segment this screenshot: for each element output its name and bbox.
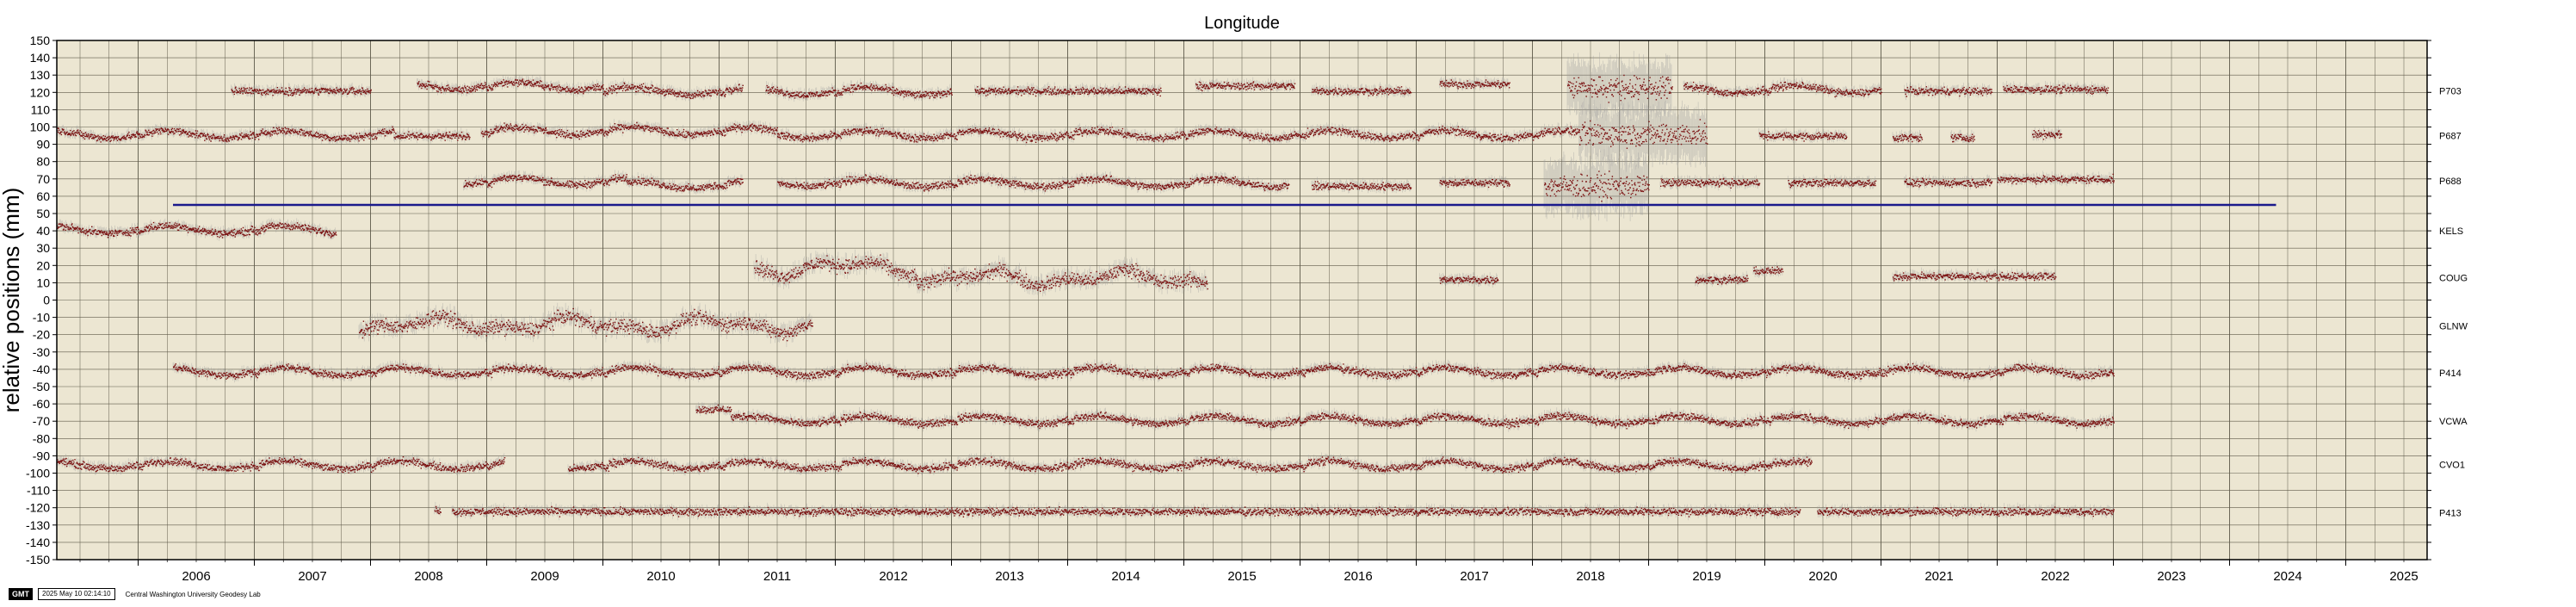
y-tick-label: 10 [36, 276, 50, 289]
organization-label: Central Washington University Geodesy La… [125, 590, 261, 598]
x-tick-label: 2021 [1924, 569, 1953, 584]
station-label: P414 [2439, 369, 2462, 379]
x-tick-label: 2009 [530, 569, 559, 584]
y-tick-label: -150 [26, 553, 50, 567]
x-tick-label: 2022 [2041, 569, 2069, 584]
timestamp: 2025 May 10 02:14:10 [38, 588, 115, 600]
y-tick-label: 70 [36, 172, 50, 186]
x-tick-label: 2016 [1344, 569, 1372, 584]
y-tick-label: 80 [36, 155, 50, 169]
x-tick-label: 2008 [414, 569, 442, 584]
x-tick-label: 2007 [298, 569, 326, 584]
x-tick-label: 2006 [182, 569, 210, 584]
x-tick-label: 2011 [763, 569, 791, 584]
y-tick-label: -30 [33, 345, 50, 359]
x-tick-label: 2012 [879, 569, 907, 584]
footer: GMT 2025 May 10 02:14:10 Central Washing… [9, 588, 261, 600]
x-tick-label: 2010 [646, 569, 675, 584]
y-tick-label: 60 [36, 189, 50, 203]
x-tick-label: 2019 [1692, 569, 1720, 584]
y-tick-label: 40 [36, 224, 50, 238]
x-tick-label: 2020 [1808, 569, 1837, 584]
y-tick-label: -40 [33, 362, 50, 376]
y-tick-label: 30 [36, 241, 50, 255]
y-tick-label: -140 [26, 536, 50, 549]
y-tick-label: -110 [27, 484, 50, 498]
x-tick-label: 2017 [1460, 569, 1488, 584]
station-label: P688 [2439, 177, 2462, 187]
y-axis-label: relative positions (mm) [0, 188, 24, 413]
y-tick-label: -80 [33, 431, 50, 445]
gmt-logo: GMT [9, 588, 33, 600]
y-tick-label: 120 [30, 85, 51, 99]
y-tick-label: -50 [33, 380, 50, 393]
y-tick-label: -10 [33, 311, 50, 325]
y-tick-label: 140 [30, 51, 51, 65]
station-label: GLNW [2439, 322, 2468, 332]
x-ticks: 2006 2007 2008 2009 2010 2011 2012 2013 2014 2015… [79, 560, 2418, 584]
x-tick-label: 2015 [1227, 569, 1256, 584]
y-tick-label: 110 [31, 102, 51, 116]
x-tick-label: 2023 [2157, 569, 2185, 584]
x-tick-label: 2013 [995, 569, 1023, 584]
y-tick-label: 150 [30, 34, 51, 47]
y-tick-label: -130 [26, 518, 50, 532]
station-label: P413 [2439, 509, 2462, 519]
y-tick-label: -90 [33, 449, 50, 462]
y-tick-label: -20 [33, 328, 50, 342]
y-tick-label: 100 [30, 121, 51, 134]
station-label: VCWA [2439, 417, 2468, 427]
y-tick-label: -100 [26, 467, 50, 480]
y-tick-label: -70 [33, 414, 50, 428]
y-tick-label: -120 [26, 501, 50, 515]
station-label: CVO1 [2439, 460, 2465, 470]
station-label: P687 [2439, 132, 2462, 142]
station-label: P703 [2439, 86, 2462, 96]
y-tick-label: 0 [43, 294, 50, 307]
x-tick-label: 2014 [1111, 569, 1140, 584]
y-tick-label: 90 [36, 138, 50, 152]
chart-title: Longitude [1204, 14, 1280, 33]
station-label: KELS [2439, 226, 2463, 237]
y-tick-label: 50 [36, 207, 50, 220]
station-label: COUG [2439, 273, 2468, 283]
x-tick-label: 2025 [2389, 569, 2418, 584]
x-tick-label: 2024 [2273, 569, 2301, 584]
y-tick-label: -60 [33, 397, 50, 411]
y-tick-label: 20 [36, 258, 50, 272]
y-tick-label: 130 [30, 68, 51, 82]
x-tick-label: 2018 [1576, 569, 1604, 584]
station-labels: P703 P687 P688 KELS COUG GLNW P414 VCWA CVO1 P413 [2439, 86, 2468, 518]
longitude-chart: -150-140-130-120-110-100-90-80-70-60-50-… [0, 14, 2468, 584]
